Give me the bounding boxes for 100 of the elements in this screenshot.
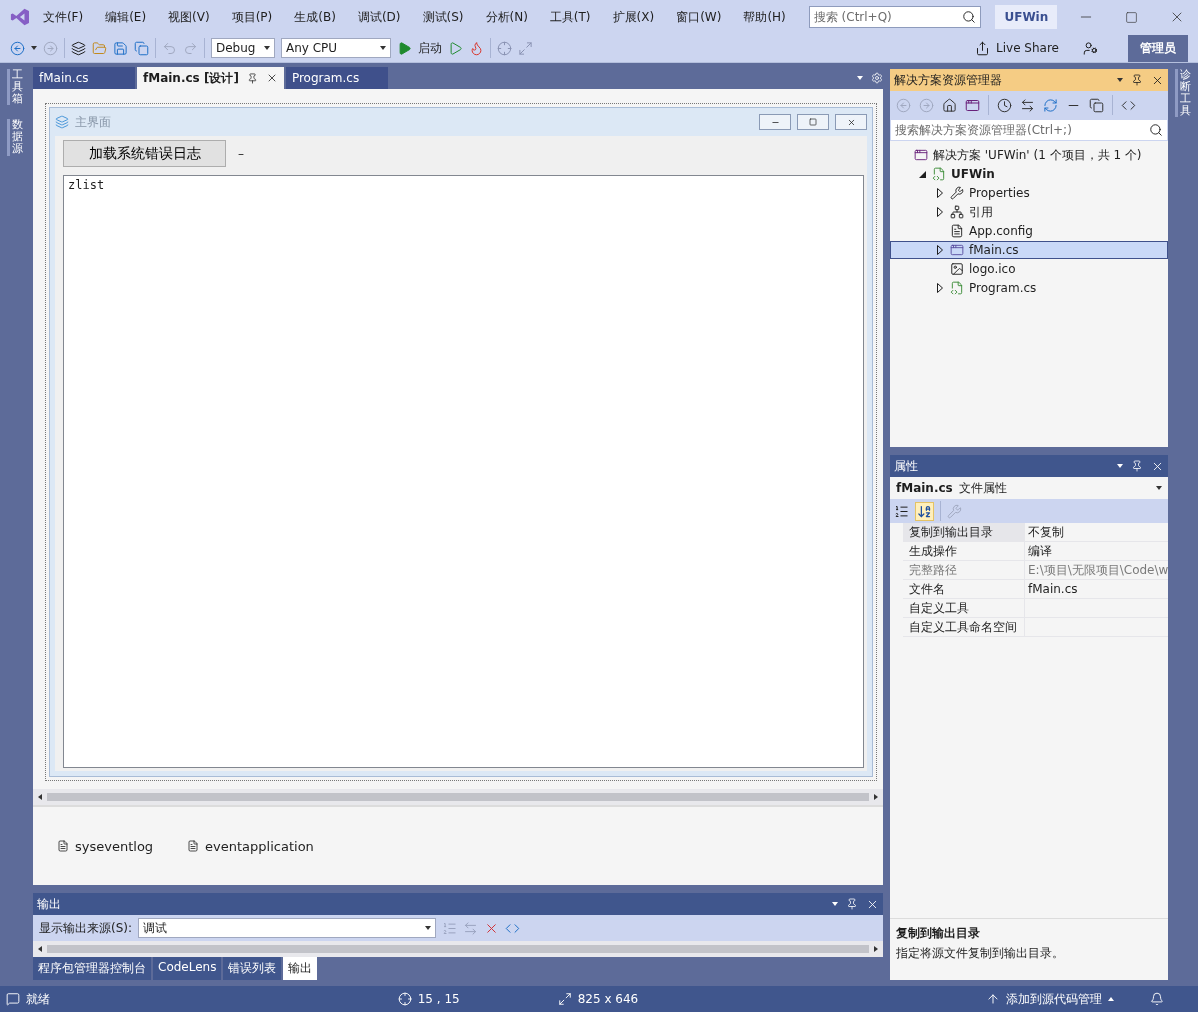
collapsed-arrow-icon[interactable] bbox=[937, 188, 943, 198]
panel-title: 输出 bbox=[37, 895, 62, 913]
menu-item[interactable]: 文件(F) bbox=[33, 8, 93, 26]
panel-tab[interactable]: 输出 bbox=[283, 957, 318, 980]
menu-item[interactable]: 工具(T) bbox=[540, 8, 600, 26]
tree-item[interactable]: UFWin bbox=[890, 165, 1168, 183]
logo-icon bbox=[10, 6, 30, 28]
collapsed-arrow-icon[interactable] bbox=[937, 207, 943, 217]
output-source-dropdown[interactable]: 调试 bbox=[138, 918, 437, 938]
wrench-icon bbox=[950, 186, 964, 200]
property-name[interactable]: 复制到输出目录 bbox=[903, 523, 1025, 542]
maximize-button[interactable] bbox=[797, 114, 829, 130]
menu-item[interactable]: 项目(P) bbox=[222, 8, 282, 26]
editor-tab[interactable]: fMain.cs [设计] bbox=[137, 67, 284, 89]
editor-tab[interactable]: Program.cs bbox=[285, 67, 388, 89]
maximize-icon[interactable] bbox=[1125, 10, 1139, 24]
save-icon[interactable] bbox=[113, 40, 128, 56]
home-icon[interactable] bbox=[942, 97, 957, 113]
menu-item[interactable]: 测试(S) bbox=[413, 8, 473, 26]
description-title: 复制到输出目录 bbox=[896, 925, 981, 942]
message-icon bbox=[6, 992, 20, 1006]
search-icon bbox=[1149, 123, 1163, 137]
start-button[interactable]: 启动 bbox=[418, 39, 442, 57]
share-icon[interactable] bbox=[975, 40, 991, 56]
search-field[interactable]: 搜索 (Ctrl+Q) bbox=[808, 6, 982, 28]
caret-icon[interactable] bbox=[1117, 78, 1123, 82]
panel-tab[interactable]: CodeLens bbox=[153, 957, 222, 980]
pin-icon bbox=[846, 898, 858, 910]
close-button[interactable] bbox=[835, 114, 867, 130]
tree-item[interactable]: fMain.cs bbox=[890, 241, 1168, 259]
component-item[interactable]: eventapplication bbox=[187, 829, 314, 863]
property-name[interactable]: 文件名 bbox=[903, 580, 1025, 599]
side-tab[interactable]: 工具箱 bbox=[7, 69, 23, 106]
tree-item[interactable]: 解决方案 'UFWin' (1 个项目，共 1 个) bbox=[890, 146, 1168, 164]
property-name[interactable]: 生成操作 bbox=[903, 542, 1025, 561]
horizontal-scrollbar[interactable] bbox=[33, 789, 883, 805]
app-icon bbox=[55, 115, 69, 129]
menu-item[interactable]: 调试(D) bbox=[348, 8, 410, 26]
object-type: 文件属性 bbox=[958, 479, 1007, 497]
tree-item[interactable]: logo.ico bbox=[890, 260, 1168, 278]
open-folder-icon[interactable] bbox=[92, 40, 107, 56]
source-control-button[interactable]: 添加到源代码管理 bbox=[1006, 990, 1102, 1008]
horizontal-scrollbar[interactable] bbox=[33, 941, 883, 957]
list-box[interactable]: zlist bbox=[63, 175, 864, 768]
load-log-button[interactable]: 加载系统错误日志 bbox=[63, 140, 226, 167]
menu-item[interactable]: 帮助(H) bbox=[734, 8, 795, 26]
label: – bbox=[238, 146, 244, 161]
menu-item[interactable]: 编辑(E) bbox=[96, 8, 156, 26]
csharp-file-icon bbox=[950, 281, 964, 295]
minimize-button[interactable] bbox=[759, 114, 791, 130]
output-source-label: 显示输出来源(S): bbox=[39, 919, 133, 937]
tree-item[interactable]: App.config bbox=[890, 222, 1168, 240]
side-tab[interactable]: 诊断工具 bbox=[1175, 69, 1191, 118]
side-tab[interactable]: 数据源 bbox=[7, 119, 23, 156]
menu-item[interactable]: 扩展(X) bbox=[603, 8, 664, 26]
menu-item[interactable]: 视图(V) bbox=[159, 8, 219, 26]
pin-icon bbox=[1131, 74, 1143, 86]
categorized-icon[interactable] bbox=[894, 503, 909, 519]
collapsed-arrow-icon[interactable] bbox=[937, 283, 943, 293]
configuration-dropdown[interactable]: Debug bbox=[211, 38, 275, 58]
image-file-icon bbox=[950, 262, 964, 276]
editor-tab[interactable]: fMain.cs bbox=[33, 67, 135, 89]
panel-title: 属性 bbox=[894, 457, 919, 475]
refresh-icon[interactable] bbox=[1043, 97, 1058, 113]
panel-tab[interactable]: 错误列表 bbox=[223, 957, 282, 980]
panel-title: 解决方案资源管理器 bbox=[894, 71, 1003, 89]
flame-icon[interactable] bbox=[469, 40, 484, 56]
component-item[interactable]: syseventlog bbox=[57, 829, 154, 863]
alphabetical-button[interactable] bbox=[915, 501, 934, 521]
form-title: 主界面 bbox=[75, 113, 111, 131]
size-icon bbox=[557, 992, 572, 1006]
panel-tab[interactable]: 程序包管理器控制台 bbox=[33, 957, 151, 980]
sync-icon[interactable] bbox=[1020, 97, 1035, 113]
user-button[interactable]: 管理员 bbox=[1128, 34, 1188, 62]
collapsed-arrow-icon[interactable] bbox=[937, 245, 943, 255]
solution-name: UFWin bbox=[995, 5, 1058, 29]
property-name[interactable]: 自定义工具命名空间 bbox=[903, 618, 1025, 637]
live-share-button[interactable]: Live Share bbox=[996, 41, 1059, 55]
play-icon[interactable] bbox=[397, 40, 412, 56]
menu-item[interactable]: 生成(B) bbox=[285, 8, 345, 26]
menu-item[interactable]: 窗口(W) bbox=[667, 8, 731, 26]
property-name[interactable]: 自定义工具 bbox=[903, 599, 1025, 618]
caret-icon[interactable] bbox=[31, 46, 37, 50]
pin-icon bbox=[246, 72, 258, 84]
size-icon[interactable] bbox=[518, 40, 533, 56]
form-icon bbox=[950, 243, 964, 257]
tree-item[interactable]: Program.cs bbox=[890, 279, 1168, 297]
component-icon bbox=[57, 840, 69, 852]
expanded-arrow-icon[interactable] bbox=[918, 170, 926, 178]
size-text: 825 x 646 bbox=[577, 992, 639, 1006]
object-name: fMain.cs bbox=[896, 481, 953, 495]
search-field[interactable]: 搜索解决方案资源管理器(Ctrl+;) bbox=[890, 119, 1168, 141]
tree-item[interactable]: Properties bbox=[890, 184, 1168, 202]
menu-item[interactable]: 分析(N) bbox=[476, 8, 537, 26]
status-text: 就绪 bbox=[26, 990, 50, 1008]
caret-icon[interactable] bbox=[1156, 486, 1162, 490]
platform-dropdown[interactable]: Any CPU bbox=[281, 38, 391, 58]
back-icon[interactable] bbox=[10, 40, 25, 56]
settings-icon bbox=[871, 72, 883, 84]
tree-item[interactable]: 引用 bbox=[890, 203, 1168, 221]
